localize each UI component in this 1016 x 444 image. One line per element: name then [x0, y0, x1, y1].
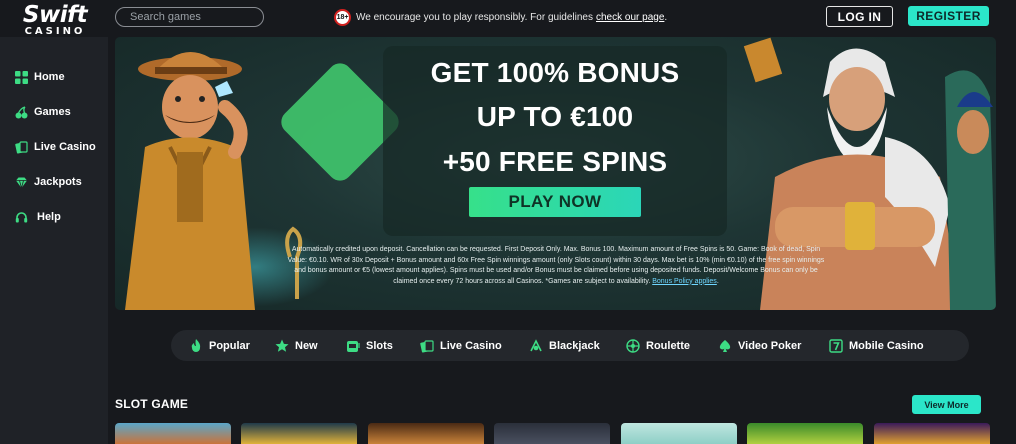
game-thumbnail[interactable] — [494, 423, 610, 444]
register-button[interactable]: REGISTER — [908, 6, 989, 26]
sidebar-item-live-casino[interactable]: Live Casino — [0, 134, 108, 160]
game-thumbnail[interactable] — [115, 423, 231, 444]
promo-banner[interactable]: GET 100% BONUS UP TO €100 +50 FREE SPINS… — [115, 37, 996, 310]
category-label: Slots — [366, 339, 393, 352]
category-slots[interactable]: Slots — [346, 330, 393, 361]
category-bar: Popular New Slots Live Casino Blackjack … — [171, 330, 969, 361]
live-cards-icon — [420, 339, 434, 353]
promo-headline-line2: UP TO €100 — [476, 101, 634, 132]
game-thumbnail[interactable] — [368, 423, 484, 444]
bonus-policy-link[interactable]: Bonus Policy applies — [652, 278, 717, 285]
sidebar-item-label: Games — [34, 106, 71, 118]
category-label: Popular — [209, 339, 250, 352]
login-button[interactable]: LOG IN — [826, 6, 893, 27]
category-label: Live Casino — [440, 339, 502, 352]
blackjack-icon — [529, 338, 543, 353]
slot-machine-icon — [346, 339, 360, 353]
category-video-poker[interactable]: Video Poker — [718, 330, 801, 361]
sidebar-item-label: Jackpots — [34, 176, 82, 188]
promo-headline-line1: GET 100% BONUS — [430, 57, 680, 88]
cherries-icon — [15, 105, 28, 119]
swift-casino-logo[interactable]: Swift CASINO — [16, 4, 94, 40]
promo-headline-line3: +50 FREE SPINS — [442, 146, 668, 177]
headset-icon — [15, 211, 28, 224]
game-thumbnail[interactable] — [621, 423, 737, 444]
terms-period: . — [716, 277, 719, 285]
section-title-slot-game: SLOT GAME — [115, 397, 189, 411]
category-label: Roulette — [646, 339, 690, 352]
roulette-icon — [626, 338, 640, 353]
notice-period: . — [664, 11, 668, 23]
play-now-button[interactable]: PLAY NOW — [469, 187, 641, 217]
category-blackjack[interactable]: Blackjack — [529, 330, 600, 361]
category-label: Video Poker — [738, 339, 802, 352]
logo-wordmark: Swift — [22, 2, 88, 28]
sidebar-item-label: Home — [34, 71, 65, 83]
star-icon — [275, 339, 289, 353]
category-live-casino[interactable]: Live Casino — [420, 330, 502, 361]
age-restriction-badge: 18+ — [334, 8, 351, 26]
notice-text: We encourage you to play responsibly. Fo… — [356, 11, 593, 23]
diamond-icon — [15, 176, 28, 189]
sidebar-item-help[interactable]: Help — [0, 204, 108, 230]
spade-icon — [718, 339, 732, 353]
live-cards-icon — [15, 140, 28, 154]
sidebar-item-jackpots[interactable]: Jackpots — [0, 169, 108, 195]
home-grid-icon — [15, 70, 28, 84]
sidebar: Home Games Live Casino Jackpots Help — [0, 37, 108, 444]
game-thumbnail[interactable] — [874, 423, 990, 444]
category-label: New — [295, 339, 318, 352]
bonus-terms-text: Automatically credited upon deposit. Can… — [287, 245, 825, 287]
page: Swift CASINO 18+ We encourage you to pla… — [0, 0, 1016, 444]
view-more-button[interactable]: View More — [912, 395, 981, 414]
game-thumbnail[interactable] — [747, 423, 863, 444]
responsible-gaming-notice: 18+ We encourage you to play responsibly… — [334, 8, 667, 26]
search-input[interactable] — [115, 7, 264, 27]
guidelines-link[interactable]: check our page — [596, 12, 664, 23]
category-mobile-casino[interactable]: Mobile Casino — [829, 330, 924, 361]
sidebar-item-label: Live Casino — [34, 141, 96, 153]
category-roulette[interactable]: Roulette — [626, 330, 690, 361]
game-thumbnail[interactable] — [241, 423, 357, 444]
mobile-seven-icon — [829, 338, 843, 353]
category-label: Mobile Casino — [849, 339, 924, 352]
top-bar: Swift CASINO 18+ We encourage you to pla… — [0, 0, 1016, 37]
flame-icon — [189, 338, 203, 353]
sidebar-item-label: Help — [37, 211, 61, 223]
category-new[interactable]: New — [275, 330, 318, 361]
terms-body: Automatically credited upon deposit. Can… — [287, 246, 825, 285]
sidebar-item-games[interactable]: Games — [0, 99, 108, 125]
logo-subtitle: CASINO — [24, 26, 86, 37]
category-popular[interactable]: Popular — [189, 330, 250, 361]
category-label: Blackjack — [549, 339, 600, 352]
sidebar-item-home[interactable]: Home — [0, 64, 108, 90]
